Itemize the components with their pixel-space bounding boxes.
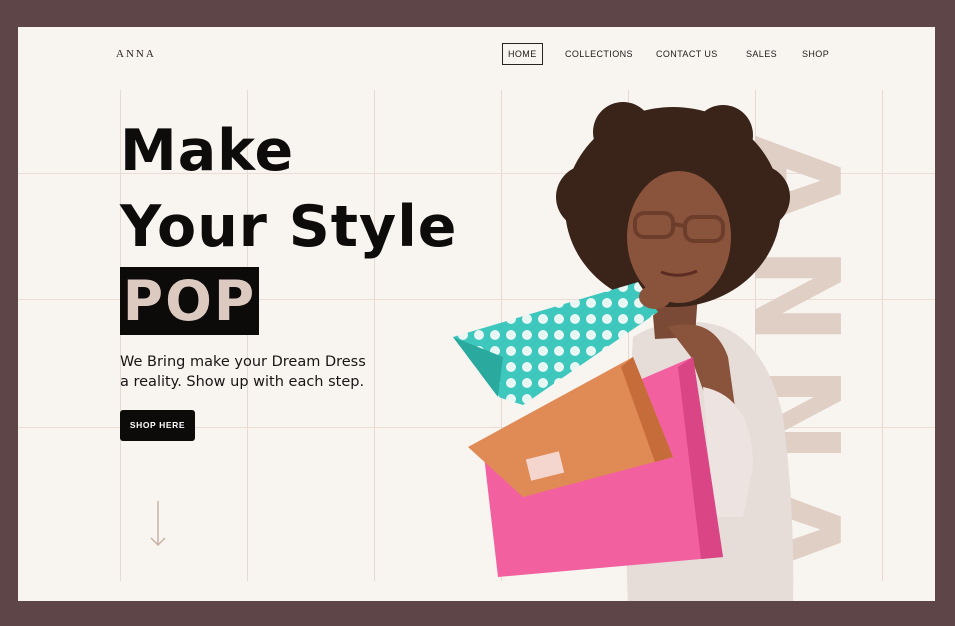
tagline-line-2: a reality. Show up with each step. [120, 374, 365, 390]
hero-tagline: We Bring make your Dream Dress a reality… [120, 352, 420, 392]
nav-contact-us[interactable]: CONTACT US [656, 43, 718, 65]
main-nav: HOME COLLECTIONS CONTACT US SALES SHOP [18, 43, 935, 65]
tagline-line-1: We Bring make your Dream Dress [120, 354, 366, 370]
hero-page: ANNA ANNA HOME COLLECTIONS CONTACT US SA… [18, 27, 935, 601]
hero-title-line-2: Your Style [120, 194, 458, 260]
hero-highlight-badge: POP [120, 267, 259, 335]
nav-shop[interactable]: SHOP [802, 43, 829, 65]
nav-home[interactable]: HOME [502, 43, 543, 65]
grid-line [882, 90, 883, 581]
nav-sales[interactable]: SALES [746, 43, 777, 65]
hero-title: Make Your Style [120, 113, 457, 265]
arrow-down-icon[interactable] [146, 499, 170, 549]
nav-collections[interactable]: COLLECTIONS [565, 43, 633, 65]
shop-here-button[interactable]: SHOP HERE [120, 410, 195, 441]
hero-title-line-1: Make [120, 118, 295, 184]
model-with-shopping-bags-image [453, 102, 794, 601]
